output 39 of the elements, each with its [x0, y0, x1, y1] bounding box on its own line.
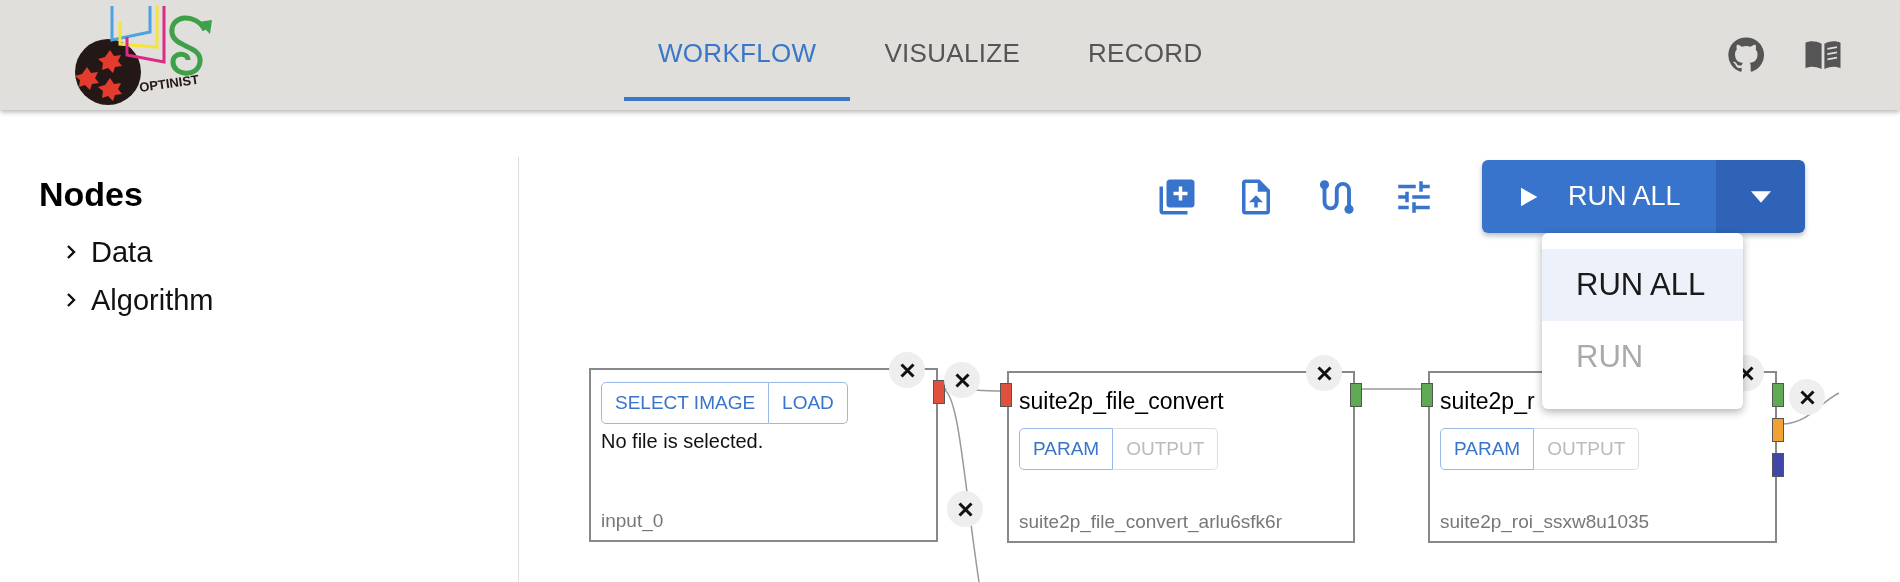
- tree-item[interactable]: Data: [39, 228, 518, 276]
- input-port[interactable]: [1000, 383, 1012, 407]
- logo-text: OPTINIST: [138, 71, 200, 95]
- delete-edge-button[interactable]: [1789, 379, 1825, 415]
- node-button[interactable]: SELECT IMAGE: [601, 382, 770, 424]
- close-icon: [1316, 365, 1332, 381]
- output-port[interactable]: [1350, 383, 1362, 407]
- delete-edge-button[interactable]: [944, 362, 980, 398]
- node-button[interactable]: PARAM: [1440, 428, 1535, 470]
- dropdown-button[interactable]: [1716, 160, 1805, 233]
- edge-line: [1360, 388, 1423, 390]
- input-port[interactable]: [1421, 383, 1433, 407]
- run-all-button[interactable]: RUN ALL: [1482, 160, 1716, 233]
- file-status-text: No file is selected.: [601, 430, 765, 453]
- tree-item[interactable]: Algorithm: [39, 276, 518, 324]
- sidebar-title: Nodes: [39, 175, 144, 214]
- nav-tab[interactable]: WORKFLOW: [624, 0, 851, 101]
- node-id: suite2p_roi_ssxw8u1035: [1440, 511, 1650, 533]
- close-icon: [899, 362, 915, 378]
- github-icon[interactable]: [1726, 35, 1766, 75]
- nav-tab[interactable]: VISUALIZE: [850, 0, 1055, 110]
- close-icon: [954, 372, 970, 388]
- workflow-node[interactable]: SELECT IMAGE LOAD No file is selected. input_0: [589, 368, 938, 542]
- node-button[interactable]: PARAM: [1019, 428, 1114, 470]
- menu-item[interactable]: RUN ALL: [1542, 249, 1743, 321]
- delete-node-button[interactable]: [889, 352, 925, 388]
- close-icon: [1799, 389, 1815, 405]
- delete-node-button[interactable]: [1306, 355, 1342, 391]
- output-port[interactable]: [1772, 383, 1784, 407]
- caret-icon: [1750, 190, 1771, 203]
- output-port[interactable]: [1772, 418, 1784, 442]
- nav-tab[interactable]: RECORD: [1054, 0, 1237, 110]
- node-title: suite2p_file_convert: [1019, 388, 1225, 415]
- node-id: suite2p_file_convert_arlu6sfk6r: [1019, 511, 1282, 533]
- node-button[interactable]: LOAD: [769, 382, 848, 424]
- close-icon: [957, 501, 973, 517]
- node-id: input_0: [601, 510, 664, 532]
- delete-edge-button[interactable]: [947, 491, 983, 527]
- node-title: suite2p_r: [1440, 388, 1536, 415]
